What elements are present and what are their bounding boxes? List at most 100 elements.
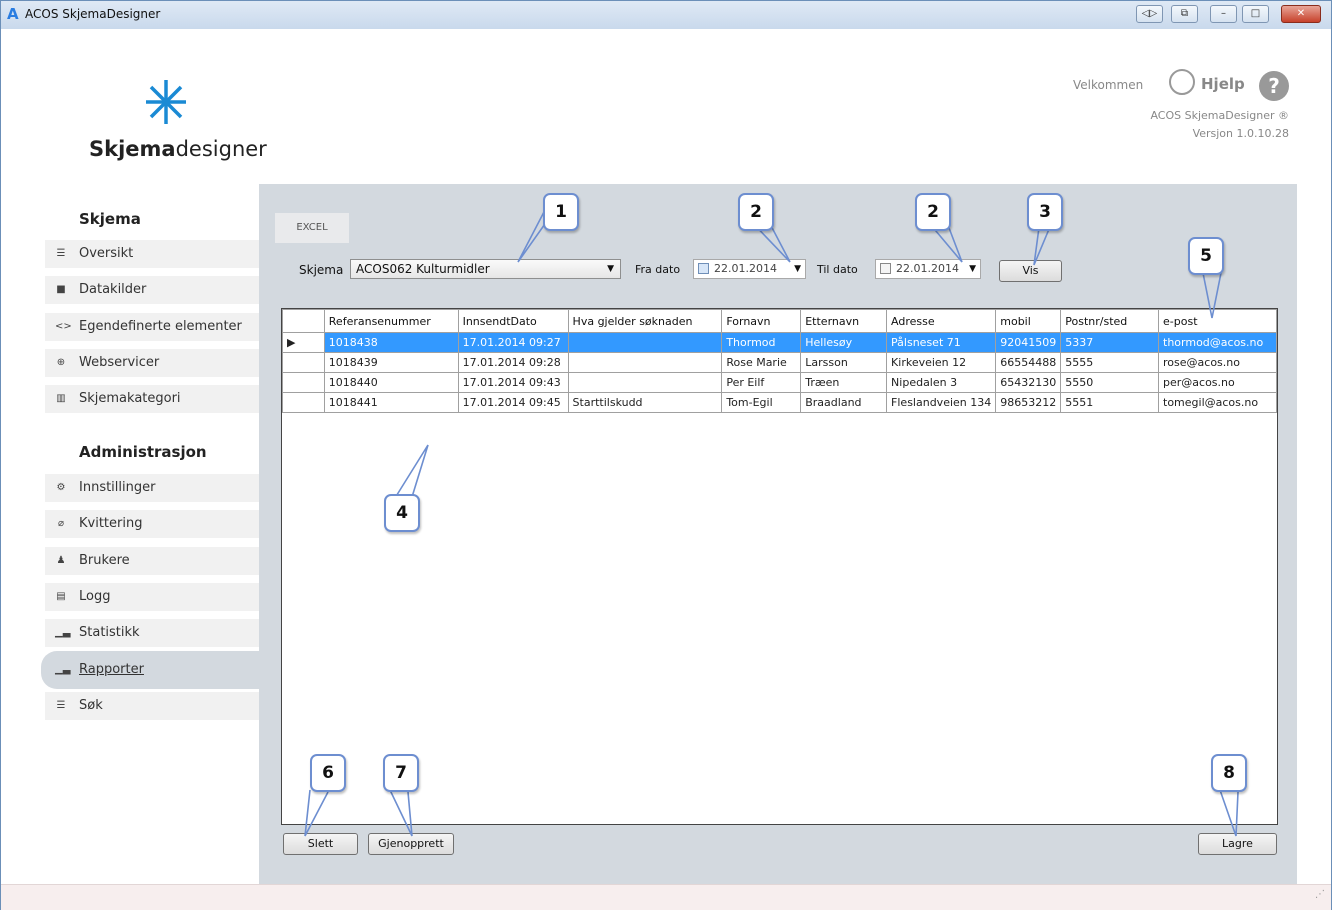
window-layout-button[interactable]: ⧉ — [1171, 5, 1198, 23]
minimize-button[interactable]: – — [1210, 5, 1237, 23]
table-cell: Træen — [800, 372, 888, 393]
welcome-text: Velkommen — [1073, 78, 1144, 92]
sidebar-item-label: Statistikk — [79, 625, 140, 640]
callout-2a: 2 — [738, 193, 774, 231]
list-icon: ☰ — [56, 248, 66, 259]
logo-asterisk-icon — [146, 80, 186, 124]
chevron-down-icon: ▼ — [969, 264, 976, 274]
from-date-value: 22.01.2014 — [714, 262, 777, 275]
column-header[interactable]: Etternavn — [800, 309, 888, 333]
sidebar-item-sok[interactable]: ☰ Søk — [45, 692, 259, 720]
column-header[interactable]: Adresse — [886, 309, 997, 333]
row-selector[interactable] — [282, 392, 325, 413]
row-selector-header — [282, 309, 325, 333]
table-cell: Per Eilf — [721, 372, 802, 393]
column-header[interactable]: Referansenummer — [323, 309, 459, 333]
sidebar-item-webservicer[interactable]: ⊕ Webservicer — [45, 349, 259, 377]
table-cell: 66554488 — [995, 352, 1062, 373]
table-header-row: Referansenummer InnsendtDato Hva gjelder… — [282, 309, 1277, 333]
table-cell: Braadland — [800, 392, 888, 413]
table-cell: Fleslandveien 134 — [886, 392, 997, 413]
column-header[interactable]: Postnr/sted — [1060, 309, 1160, 333]
globe-icon: ⊕ — [56, 357, 66, 368]
row-selector[interactable] — [282, 352, 325, 373]
column-header[interactable]: e-post — [1158, 309, 1277, 333]
user-avatar-icon[interactable] — [1169, 69, 1195, 95]
chevron-down-icon: ▼ — [607, 264, 614, 274]
table-cell — [567, 372, 723, 393]
stats-icon: ▁▃ — [55, 627, 71, 638]
show-button[interactable]: Vis — [999, 260, 1062, 282]
app-header: Skjemadesigner Velkommen Hjelp ? ACOS Sk… — [1, 29, 1331, 184]
table-cell — [567, 352, 723, 373]
sidebar-item-skjemakategori[interactable]: ▥ Skjemakategori — [45, 385, 259, 413]
sidebar-item-label: Kvittering — [79, 516, 143, 531]
help-question-icon[interactable]: ? — [1259, 71, 1289, 101]
to-date-label: Til dato — [817, 263, 858, 276]
table-cell: 1018440 — [323, 372, 459, 393]
table-cell: 92041509 — [995, 332, 1062, 353]
table-cell: 5550 — [1060, 372, 1160, 393]
column-header[interactable]: mobil — [995, 309, 1062, 333]
sidebar-item-egendefinerte[interactable]: <> Egendefinerte elementer — [45, 313, 259, 341]
to-date-checkbox[interactable] — [880, 263, 891, 274]
sidebar-item-label: Datakilder — [79, 282, 147, 297]
maximize-button[interactable]: □ — [1242, 5, 1269, 23]
sidebar-item-label: Webservicer — [79, 355, 160, 370]
sidebar-item-statistikk[interactable]: ▁▃ Statistikk — [45, 619, 259, 647]
schema-select[interactable]: ACOS062 Kulturmidler ▼ — [350, 259, 621, 279]
row-pointer-icon[interactable]: ▶ — [282, 332, 325, 353]
resize-grip-icon[interactable]: ⋰ — [1315, 889, 1325, 900]
callout-2b: 2 — [915, 193, 951, 231]
version-text: Versjon 1.0.10.28 — [1192, 127, 1289, 140]
table-row[interactable]: 1018439 17.01.2014 09:28 Rose Marie Lars… — [282, 352, 1277, 373]
table-cell: tomegil@acos.no — [1158, 392, 1277, 413]
callout-3: 3 — [1027, 193, 1063, 231]
excel-export-button[interactable]: EXCEL — [275, 213, 349, 243]
window-title: ACOS SkjemaDesigner — [25, 7, 161, 21]
sidebar-item-rapporter[interactable]: ▁▃ Rapporter — [41, 651, 259, 689]
gear-icon: ⚙ — [56, 482, 66, 493]
sidebar-item-kvittering[interactable]: ⌀ Kvittering — [45, 510, 259, 538]
table-cell: 5337 — [1060, 332, 1160, 353]
restore-layout-button[interactable]: ◁▷ — [1136, 5, 1163, 23]
sidebar-item-label: Innstillinger — [79, 480, 156, 495]
close-button[interactable]: ✕ — [1281, 5, 1321, 23]
log-icon: ▤ — [56, 591, 66, 602]
callout-1: 1 — [543, 193, 579, 231]
table-row[interactable]: 1018440 17.01.2014 09:43 Per Eilf Træen … — [282, 372, 1277, 393]
sidebar-item-innstillinger[interactable]: ⚙ Innstillinger — [45, 474, 259, 502]
table-cell: Tom-Egil — [721, 392, 802, 413]
column-header[interactable]: Hva gjelder søknaden — [567, 309, 723, 333]
database-icon: ■ — [56, 284, 66, 295]
save-button[interactable]: Lagre — [1198, 833, 1277, 855]
restore-button[interactable]: Gjenopprett — [368, 833, 454, 855]
app-logo-icon: A — [7, 5, 19, 23]
sidebar-item-logg[interactable]: ▤ Logg — [45, 583, 259, 611]
from-date-checkbox[interactable] — [698, 263, 709, 274]
to-date-picker[interactable]: 22.01.2014 ▼ — [875, 259, 981, 279]
row-selector[interactable] — [282, 372, 325, 393]
sidebar-item-brukere[interactable]: ♟ Brukere — [45, 547, 259, 575]
sidebar-item-label: Rapporter — [79, 662, 144, 677]
sidebar-item-datakilder[interactable]: ■ Datakilder — [45, 276, 259, 304]
schema-select-value: ACOS062 Kulturmidler — [356, 262, 490, 276]
table-row[interactable]: ▶ 1018438 17.01.2014 09:27 Thormod Helle… — [282, 332, 1277, 353]
category-icon: ▥ — [56, 393, 66, 404]
column-header[interactable]: InnsendtDato — [457, 309, 569, 333]
sidebar-item-label: Oversikt — [79, 246, 134, 261]
from-date-picker[interactable]: 22.01.2014 ▼ — [693, 259, 806, 279]
submissions-grid[interactable]: Referansenummer InnsendtDato Hva gjelder… — [281, 308, 1278, 825]
delete-button[interactable]: Slett — [283, 833, 358, 855]
help-link[interactable]: Hjelp — [1201, 75, 1245, 93]
table-cell: Larsson — [800, 352, 888, 373]
callout-4: 4 — [384, 494, 420, 532]
sidebar-item-oversikt[interactable]: ☰ Oversikt — [45, 240, 259, 268]
column-header[interactable]: Fornavn — [721, 309, 802, 333]
submissions-table: Referansenummer InnsendtDato Hva gjelder… — [282, 309, 1277, 413]
table-cell: 17.01.2014 09:45 — [457, 392, 569, 413]
sidebar-item-label: Brukere — [79, 553, 130, 568]
table-cell: Hellesøy — [800, 332, 888, 353]
table-row[interactable]: 1018441 17.01.2014 09:45 Starttilskudd T… — [282, 392, 1277, 413]
paperclip-icon: ⌀ — [57, 518, 65, 529]
